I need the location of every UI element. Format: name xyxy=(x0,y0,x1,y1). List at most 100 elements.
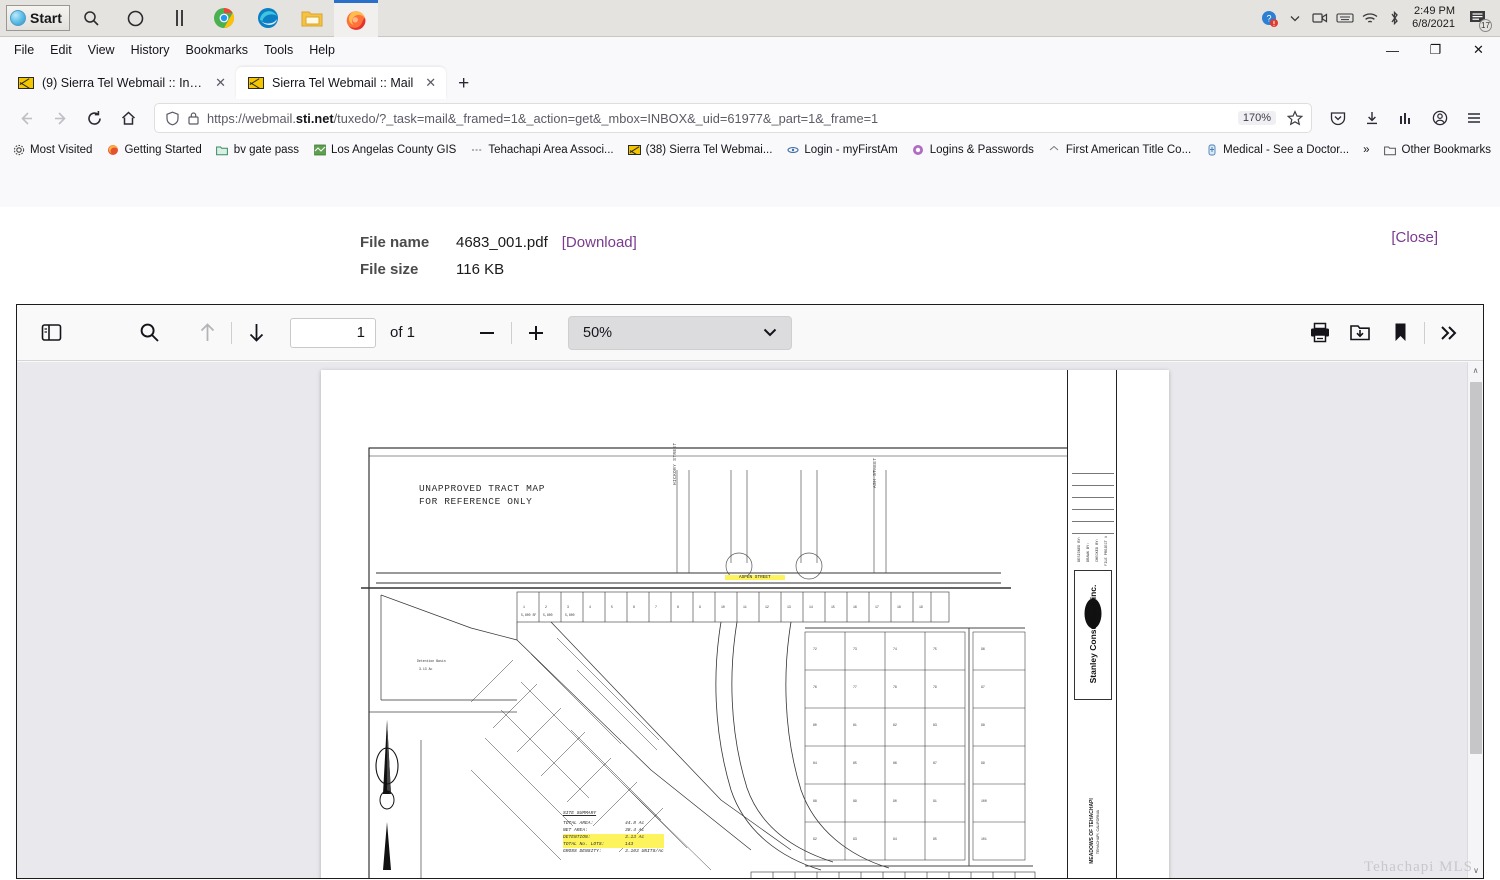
taskbar-task-view-icon[interactable] xyxy=(158,0,202,37)
page-number-input[interactable]: 1 xyxy=(290,318,376,348)
tab-close-icon[interactable]: ✕ xyxy=(425,75,436,91)
svg-text:14: 14 xyxy=(809,605,813,609)
find-icon[interactable] xyxy=(129,313,169,353)
more-tools-icon[interactable] xyxy=(1429,313,1469,353)
scrollbar-thumb[interactable] xyxy=(1470,382,1482,754)
consultant-logo-box: Stanley Consultants inc. xyxy=(1074,570,1112,700)
maximize-button[interactable]: ❐ xyxy=(1414,37,1457,63)
svg-text:92: 92 xyxy=(813,837,817,841)
new-tab-button[interactable]: + xyxy=(446,73,481,99)
bookmark-label: Logins & Passwords xyxy=(930,144,1034,156)
bookmark-tehachapi-area[interactable]: Tehachapi Area Associ... xyxy=(464,142,619,159)
taskbar-cortana-icon[interactable] xyxy=(114,0,158,37)
star-icon[interactable] xyxy=(1287,110,1303,126)
zoom-in-button[interactable] xyxy=(516,313,556,353)
pdf-page-container[interactable]: 123 456 789 101112 131415 161718 19 5,80… xyxy=(17,362,1483,878)
svg-text:17: 17 xyxy=(875,605,879,609)
previous-page-button[interactable] xyxy=(187,313,227,353)
link-icon xyxy=(470,144,483,157)
svg-text:96: 96 xyxy=(981,647,985,651)
bookmark-first-american-title[interactable]: First American Title Co... xyxy=(1042,142,1197,159)
bookmark-getting-started[interactable]: Getting Started xyxy=(100,142,207,159)
shield-icon[interactable] xyxy=(165,111,180,126)
save-icon[interactable] xyxy=(1340,313,1380,353)
svg-text:80: 80 xyxy=(813,723,817,727)
svg-text:90: 90 xyxy=(893,799,897,803)
wifi-icon[interactable] xyxy=(1357,0,1382,37)
home-button[interactable] xyxy=(112,103,144,133)
taskbar-edge-icon[interactable] xyxy=(246,0,290,37)
back-button[interactable] xyxy=(10,103,42,133)
zoom-select[interactable]: 50% xyxy=(568,316,792,350)
url-text[interactable]: https://webmail.sti.net/tuxedo/?_task=ma… xyxy=(207,111,1231,126)
bookmark-label: Medical - See a Doctor... xyxy=(1223,144,1349,156)
tab-mail[interactable]: Sierra Tel Webmail :: Mail ✕ xyxy=(236,67,446,99)
tray-chevron-up-icon[interactable] xyxy=(1282,0,1307,37)
camera-icon[interactable] xyxy=(1307,0,1332,37)
taskbar-search-icon[interactable] xyxy=(70,0,114,37)
url-bar[interactable]: https://webmail.sti.net/tuxedo/?_task=ma… xyxy=(154,103,1312,133)
next-page-button[interactable] xyxy=(236,313,276,353)
help-alert-icon[interactable]: ? xyxy=(1257,0,1282,37)
bluetooth-icon[interactable] xyxy=(1382,0,1407,37)
taskbar-file-explorer-icon[interactable] xyxy=(290,0,334,37)
pdf-scrollbar[interactable]: ∧ ∨ xyxy=(1467,362,1483,878)
bookmark-bv-gate-pass[interactable]: bv gate pass xyxy=(210,142,305,159)
svg-text:79: 79 xyxy=(933,685,937,689)
scroll-up-arrow[interactable]: ∧ xyxy=(1468,362,1483,378)
firefox-window: File Edit View History Bookmarks Tools H… xyxy=(0,37,1500,843)
site-summary-block: SITE SUMMARY TOTAL AREA: 44.8 Ac NET ARE… xyxy=(563,810,664,855)
taskbar-firefox-icon[interactable] xyxy=(334,0,378,37)
bookmark-medical[interactable]: Medical - See a Doctor... xyxy=(1199,142,1355,159)
svg-text:Detention Basin: Detention Basin xyxy=(417,659,446,663)
forward-button[interactable] xyxy=(44,103,76,133)
tract-map-drawing: 123 456 789 101112 131415 161718 19 5,80… xyxy=(321,370,1169,878)
tab-inbox[interactable]: (9) Sierra Tel Webmail :: Inbox ✕ xyxy=(6,67,236,99)
menu-history[interactable]: History xyxy=(123,41,178,59)
notifications-icon[interactable]: 17 xyxy=(1464,0,1494,37)
menu-bookmarks[interactable]: Bookmarks xyxy=(177,41,256,59)
bookmark-login-myfirstam[interactable]: Login - myFirstAm xyxy=(780,142,903,159)
key-icon xyxy=(912,144,925,157)
menu-tools[interactable]: Tools xyxy=(256,41,301,59)
download-link[interactable]: [Download] xyxy=(562,229,637,256)
start-button[interactable]: Start xyxy=(6,5,70,31)
app-menu-icon[interactable] xyxy=(1458,103,1490,133)
svg-text:81: 81 xyxy=(853,723,857,727)
menu-file[interactable]: File xyxy=(6,41,42,59)
zoom-out-button[interactable] xyxy=(467,313,507,353)
project-title: MEADOWS OF TEHACHAPI xyxy=(1089,798,1095,864)
svg-text:74: 74 xyxy=(893,647,897,651)
minimize-button[interactable]: — xyxy=(1371,37,1414,63)
site-summary-value: 44.8 Ac xyxy=(625,820,644,827)
mail-icon xyxy=(628,144,641,157)
library-icon[interactable] xyxy=(1390,103,1422,133)
pocket-icon[interactable] xyxy=(1322,103,1354,133)
bookmark-logins-passwords[interactable]: Logins & Passwords xyxy=(906,142,1040,159)
sidebar-toggle-icon[interactable] xyxy=(31,313,71,353)
taskbar-clock[interactable]: 2:49 PM 6/8/2021 xyxy=(1407,5,1464,31)
svg-text:100: 100 xyxy=(981,799,987,803)
zoom-level-badge[interactable]: 170% xyxy=(1238,111,1276,125)
bookmarks-overflow-button[interactable]: » xyxy=(1357,142,1375,158)
print-icon[interactable] xyxy=(1300,313,1340,353)
bookmark-sierra-tel-webmail[interactable]: (38) Sierra Tel Webmai... xyxy=(622,142,779,159)
svg-text:18: 18 xyxy=(897,605,901,609)
menu-help[interactable]: Help xyxy=(301,41,343,59)
taskbar-chrome-icon[interactable] xyxy=(202,0,246,37)
bookmark-icon[interactable] xyxy=(1380,313,1420,353)
menu-view[interactable]: View xyxy=(80,41,123,59)
bookmark-most-visited[interactable]: Most Visited xyxy=(6,142,98,159)
close-window-button[interactable]: ✕ xyxy=(1457,37,1500,63)
menu-edit[interactable]: Edit xyxy=(42,41,80,59)
keyboard-icon[interactable] xyxy=(1332,0,1357,37)
bookmark-label: Login - myFirstAm xyxy=(804,144,897,156)
close-link[interactable]: [Close] xyxy=(1391,229,1438,246)
tab-close-icon[interactable]: ✕ xyxy=(215,75,226,91)
account-icon[interactable] xyxy=(1424,103,1456,133)
reload-button[interactable] xyxy=(78,103,110,133)
lock-icon[interactable] xyxy=(187,111,200,126)
other-bookmarks-folder[interactable]: Other Bookmarks xyxy=(1378,142,1497,159)
bookmark-la-county-gis[interactable]: Los Angelas County GIS xyxy=(307,142,462,159)
downloads-icon[interactable] xyxy=(1356,103,1388,133)
